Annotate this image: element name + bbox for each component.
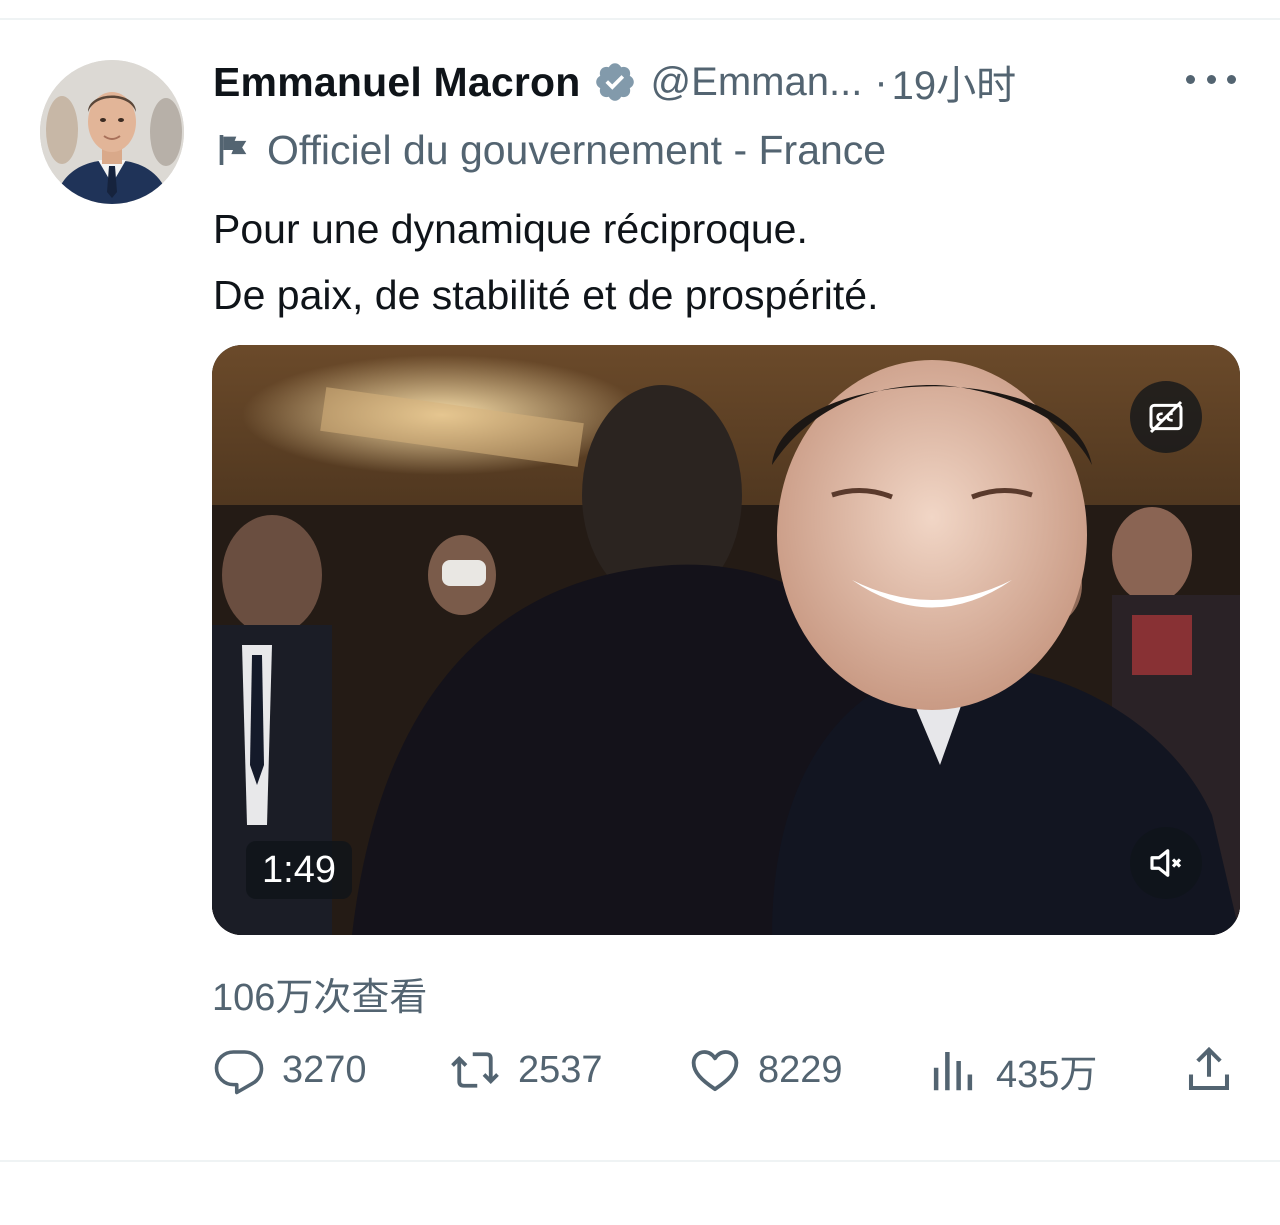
avatar[interactable] bbox=[40, 60, 184, 204]
retweet-button[interactable]: 2537 bbox=[448, 1040, 603, 1100]
analytics-button[interactable]: 435万 bbox=[926, 1040, 1097, 1100]
timestamp[interactable]: 19小时 bbox=[892, 53, 1017, 111]
reply-icon bbox=[214, 1050, 264, 1095]
speaker-muted-icon bbox=[1150, 849, 1182, 877]
tweet-text: Pour une dynamique réciproque. De paix, … bbox=[213, 196, 1243, 328]
top-divider bbox=[0, 18, 1280, 20]
flag-icon bbox=[219, 135, 247, 165]
tweet-header: Emmanuel Macron @Emman... · 19小时 bbox=[213, 54, 1016, 110]
share-icon bbox=[1188, 1046, 1230, 1091]
more-horizontal-icon bbox=[1206, 74, 1216, 84]
tweet-text-line: Pour une dynamique réciproque. bbox=[213, 206, 808, 252]
reply-count: 3270 bbox=[282, 1048, 367, 1091]
retweet-icon bbox=[451, 1052, 499, 1088]
view-count-label[interactable]: 106万次查看 bbox=[212, 966, 427, 1021]
avatar-photo bbox=[40, 60, 184, 204]
mute-button[interactable] bbox=[1130, 827, 1202, 899]
captions-off-icon bbox=[1149, 400, 1183, 434]
retweet-count: 2537 bbox=[518, 1048, 603, 1091]
more-horizontal-icon bbox=[1186, 74, 1195, 84]
handle[interactable]: @Emman... bbox=[651, 60, 863, 105]
analytics-count: 435万 bbox=[996, 1053, 1098, 1096]
video-player[interactable]: 1:49 bbox=[212, 345, 1240, 935]
video-frame bbox=[212, 345, 1240, 935]
separator-dot: · bbox=[874, 59, 888, 104]
like-count: 8229 bbox=[758, 1048, 843, 1091]
verified-badge-icon[interactable] bbox=[593, 60, 637, 104]
government-label-text: Officiel du gouvernement - France bbox=[267, 126, 887, 173]
more-horizontal-icon bbox=[1227, 74, 1236, 84]
analytics-icon bbox=[933, 1052, 973, 1091]
heart-icon bbox=[691, 1050, 739, 1092]
action-bar: 3270 2537 8229 435万 bbox=[212, 1040, 1242, 1100]
more-options-button[interactable] bbox=[1186, 66, 1236, 92]
share-button[interactable] bbox=[1182, 1040, 1236, 1100]
like-button[interactable]: 8229 bbox=[688, 1040, 843, 1100]
government-label[interactable]: Officiel du gouvernement - France bbox=[213, 124, 886, 176]
reply-button[interactable]: 3270 bbox=[212, 1040, 367, 1100]
display-name[interactable]: Emmanuel Macron bbox=[213, 59, 581, 106]
video-duration: 1:49 bbox=[246, 841, 352, 899]
bottom-divider bbox=[0, 1160, 1280, 1162]
tweet-text-line: De paix, de stabilité et de prospérité. bbox=[213, 272, 879, 318]
captions-button[interactable] bbox=[1130, 381, 1202, 453]
